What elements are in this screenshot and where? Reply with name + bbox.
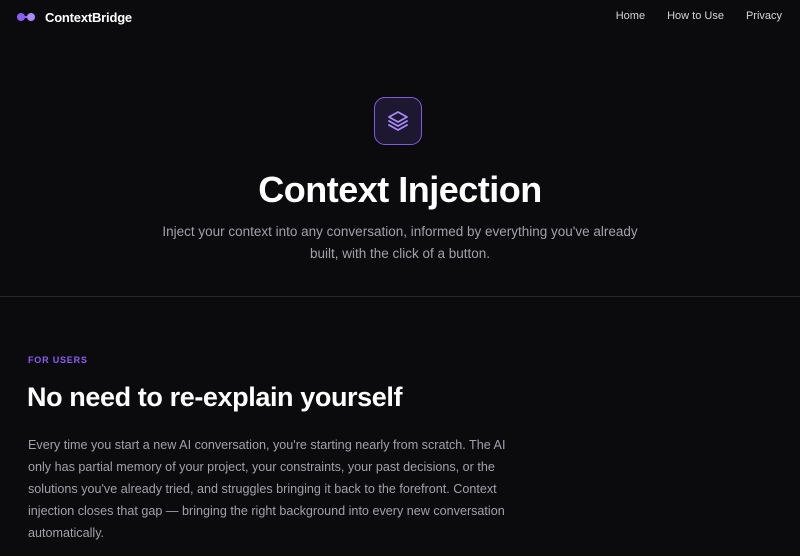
top-nav: ContextBridge Home How to Use Privacy [0,0,800,34]
section-title: No need to re-explain yourself [27,382,403,412]
section-divider [0,296,800,297]
brand-logo-link[interactable]: ContextBridge [17,8,132,26]
page-subtitle: Inject your context into any conversatio… [162,224,638,261]
nav-link-how-to-use[interactable]: How to Use [667,10,724,22]
brand-name: ContextBridge [45,9,132,25]
section-body: Every time you start a new AI conversati… [28,438,506,540]
brand-logo-icon [17,12,37,22]
section-eyebrow: FOR USERS [28,355,88,365]
layers-icon [374,97,422,145]
page-title: Context Injection [258,169,542,210]
nav-link-privacy[interactable]: Privacy [746,10,782,22]
nav-links: Home How to Use Privacy [594,10,782,22]
nav-link-home[interactable]: Home [616,10,645,22]
